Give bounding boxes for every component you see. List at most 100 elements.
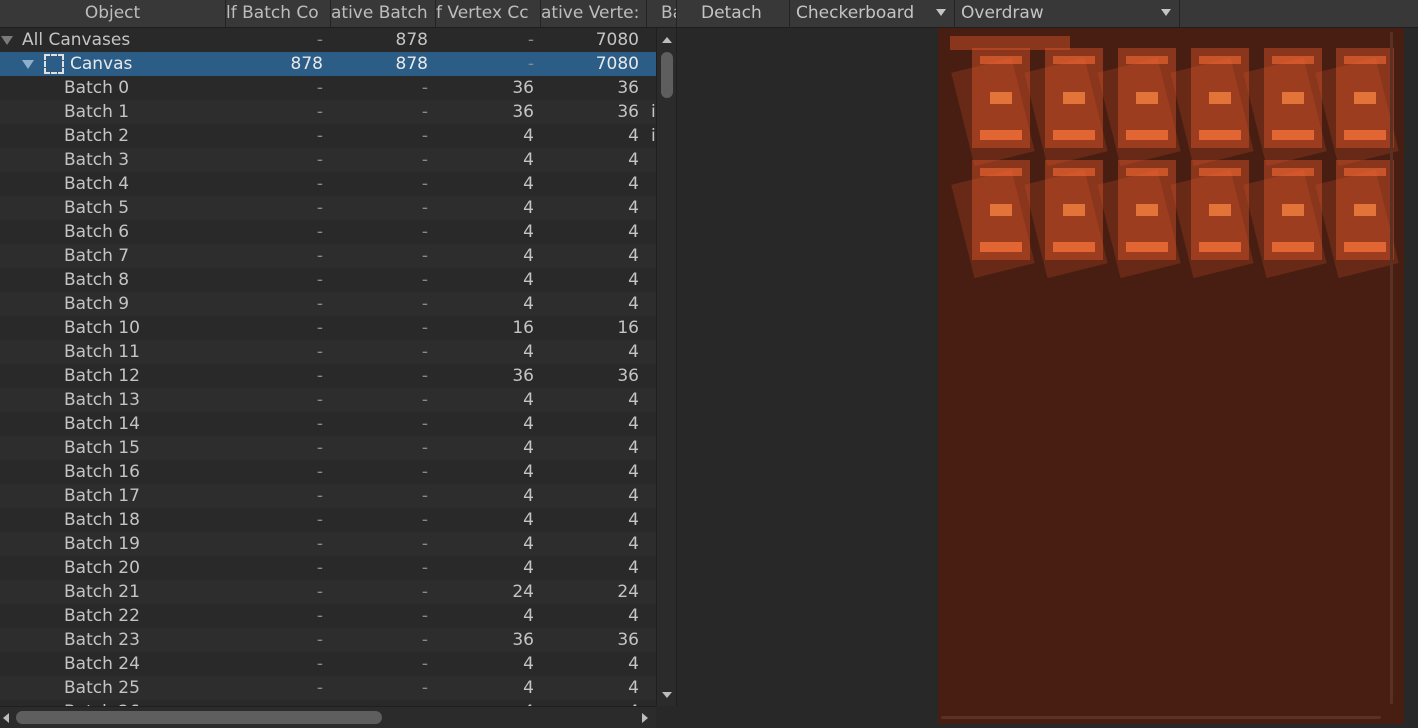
overdraw-strip — [950, 36, 1070, 50]
tree-row-batch[interactable]: Batch 22 - - 4 4 — [0, 604, 656, 628]
self-vertex-count: 4 — [523, 126, 534, 146]
preview-vertical-scrollbar[interactable] — [1390, 32, 1393, 704]
tree-row-batch[interactable]: Batch 15 - - 4 4 — [0, 436, 656, 460]
tree-row-batch[interactable]: Batch 12 - - 36 36 — [0, 364, 656, 388]
scroll-right-arrow-icon[interactable] — [642, 713, 648, 723]
cumulative-batch-count: - — [421, 174, 428, 194]
cumulative-batch-count: - — [421, 390, 428, 410]
tree-row-batch[interactable]: Batch 9 - - 4 4 — [0, 292, 656, 316]
column-header-batch-breaking-reason[interactable]: Ba — [647, 0, 677, 27]
tree-row-batch[interactable]: Batch 17 - - 4 4 — [0, 484, 656, 508]
cumulative-vertex-count: 4 — [628, 150, 639, 170]
cumulative-batch-count: - — [421, 654, 428, 674]
cumulative-vertex-count: 36 — [617, 102, 639, 122]
tree-row-batch[interactable]: Batch 10 - - 16 16 — [0, 316, 656, 340]
column-header-cumulative-batch-count[interactable]: ative Batch — [331, 0, 436, 27]
cumulative-vertex-count: 4 — [628, 558, 639, 578]
vertical-scroll-thumb[interactable] — [661, 52, 673, 98]
tree-row-batch[interactable]: Batch 6 - - 4 4 — [0, 220, 656, 244]
cumulative-batch-count: - — [421, 606, 428, 626]
self-batch-count: - — [316, 294, 323, 314]
cumulative-vertex-count: 7080 — [595, 30, 639, 50]
overdraw-element-tile — [1045, 160, 1103, 260]
cumulative-vertex-count: 4 — [628, 198, 639, 218]
render-mode-dropdown[interactable]: Overdraw — [955, 0, 1180, 28]
tree-row-batch[interactable]: Batch 5 - - 4 4 — [0, 196, 656, 220]
tree-row-batch[interactable]: Batch 25 - - 4 4 — [0, 676, 656, 700]
cumulative-batch-count: - — [421, 678, 428, 698]
tree-vertical-scrollbar[interactable] — [656, 28, 677, 706]
batch-preview-pane — [677, 28, 1418, 728]
detach-button[interactable]: Detach — [677, 0, 790, 28]
tree-row-batch[interactable]: Batch 3 - - 4 4 — [0, 148, 656, 172]
cumulative-batch-count: 878 — [395, 54, 428, 74]
tree-row-batch[interactable]: Batch 21 - - 24 24 — [0, 580, 656, 604]
tree-row-batch[interactable]: Batch 24 - - 4 4 — [0, 652, 656, 676]
column-header-self-vertex-count[interactable]: f Vertex Cc — [436, 0, 541, 27]
tree-row-batch[interactable]: Batch 18 - - 4 4 — [0, 508, 656, 532]
column-header-self-batch-count[interactable]: lf Batch Co — [226, 0, 331, 27]
tree-row-batch[interactable]: Batch 13 - - 4 4 — [0, 388, 656, 412]
overdraw-element-tile — [1336, 160, 1394, 260]
self-vertex-count: 4 — [523, 342, 534, 362]
scroll-up-arrow-icon[interactable] — [662, 37, 672, 43]
cumulative-batch-count: - — [421, 486, 428, 506]
cumulative-vertex-count: 4 — [628, 174, 639, 194]
cumulative-batch-count: - — [421, 270, 428, 290]
tree-row-batch[interactable]: Batch 20 - - 4 4 — [0, 556, 656, 580]
self-vertex-count: 4 — [523, 510, 534, 530]
self-vertex-count: 4 — [523, 534, 534, 554]
cumulative-vertex-count: 36 — [617, 78, 639, 98]
cumulative-vertex-count: 24 — [617, 582, 639, 602]
overdraw-element-tile — [1118, 160, 1176, 260]
tree-row-batch[interactable]: Batch 14 - - 4 4 — [0, 412, 656, 436]
self-batch-count: - — [316, 414, 323, 434]
cumulative-batch-count: - — [421, 246, 428, 266]
cumulative-vertex-count: 4 — [628, 510, 639, 530]
cumulative-vertex-count: 4 — [628, 534, 639, 554]
tree-horizontal-scrollbar[interactable] — [0, 706, 656, 728]
tree-row-batch[interactable]: Batch 23 - - 36 36 — [0, 628, 656, 652]
cumulative-vertex-count: 4 — [628, 678, 639, 698]
scroll-down-arrow-icon[interactable] — [662, 692, 672, 698]
row-name: Batch 2 — [64, 126, 130, 146]
cumulative-batch-count: - — [421, 102, 428, 122]
tree-row-batch[interactable]: Batch 4 - - 4 4 — [0, 172, 656, 196]
tree-row-batch[interactable]: Batch 11 - - 4 4 — [0, 340, 656, 364]
cumulative-vertex-count: 16 — [617, 318, 639, 338]
overdraw-element-tile — [972, 160, 1030, 260]
cumulative-vertex-count: 4 — [628, 126, 639, 146]
tree-row-all-canvases[interactable]: All Canvases - 878 - 7080 — [0, 28, 656, 52]
column-header-object[interactable]: Object — [0, 0, 226, 27]
self-batch-count: - — [316, 462, 323, 482]
tree-row-batch[interactable]: Batch 7 - - 4 4 — [0, 244, 656, 268]
preview-horizontal-scrollbar[interactable] — [941, 716, 1381, 719]
scroll-left-arrow-icon[interactable] — [3, 713, 9, 723]
self-vertex-count: 4 — [523, 438, 534, 458]
row-name: Batch 3 — [64, 150, 130, 170]
self-batch-count: - — [316, 150, 323, 170]
horizontal-scroll-thumb[interactable] — [16, 711, 382, 724]
tree-row-batch[interactable]: Batch 0 - - 36 36 — [0, 76, 656, 100]
expand-triangle-icon[interactable] — [22, 60, 34, 69]
self-batch-count: - — [316, 678, 323, 698]
tree-row-batch[interactable]: Batch 16 - - 4 4 — [0, 460, 656, 484]
cumulative-batch-count: - — [421, 414, 428, 434]
row-name: Batch 16 — [64, 462, 140, 482]
tree-row-batch[interactable]: Batch 19 - - 4 4 — [0, 532, 656, 556]
expand-triangle-icon[interactable] — [1, 36, 13, 45]
chevron-down-icon — [936, 9, 946, 16]
tree-row-canvas[interactable]: Canvas 878 878 - 7080 — [0, 52, 656, 76]
tree-row-batch[interactable]: Batch 1- -36 36 i — [0, 100, 656, 124]
cumulative-vertex-count: 4 — [628, 342, 639, 362]
self-batch-count: - — [316, 390, 323, 410]
self-vertex-count: 36 — [512, 366, 534, 386]
self-batch-count: - — [316, 654, 323, 674]
canvas-batch-tree: All Canvases -878-7080 Canvas 878 878-7080 Ba… — [0, 28, 656, 706]
tree-row-batch[interactable]: Batch 8 - - 4 4 — [0, 268, 656, 292]
self-batch-count: - — [316, 318, 323, 338]
row-name: Batch 9 — [64, 294, 130, 314]
tree-row-batch[interactable]: Batch 2--44i — [0, 124, 656, 148]
background-mode-dropdown[interactable]: Checkerboard — [790, 0, 955, 28]
column-header-cumulative-vertex-count[interactable]: ative Verte: — [541, 0, 647, 27]
